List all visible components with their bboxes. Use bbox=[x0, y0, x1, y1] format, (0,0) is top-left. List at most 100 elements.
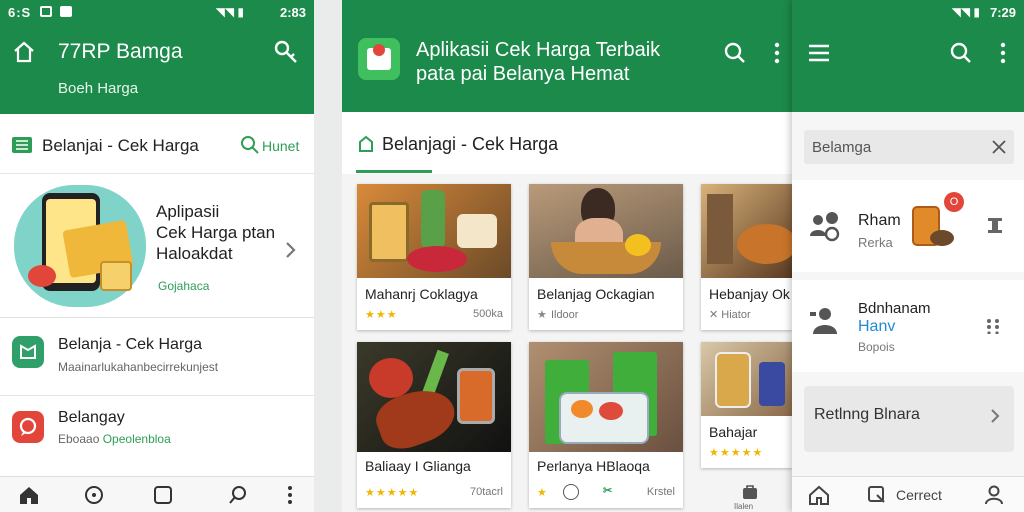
more-icon[interactable] bbox=[1000, 42, 1006, 64]
close-icon: ✕ bbox=[709, 309, 719, 321]
search-input[interactable]: Belamga bbox=[812, 139, 871, 156]
tag-icon bbox=[358, 135, 374, 152]
list-item[interactable]: Belanja - Cek Harga Maainarlukahanbecirr… bbox=[0, 318, 314, 396]
rating-button[interactable]: Retlnng Blnara bbox=[804, 386, 1014, 452]
section-action[interactable]: Hunet bbox=[262, 138, 299, 154]
rating-button-label: Retlnng Blnara bbox=[814, 406, 920, 423]
section-header: Belanjai - Cek Harga Hunet bbox=[0, 114, 314, 174]
square-icon[interactable] bbox=[153, 485, 173, 510]
card-sub: Hiator bbox=[721, 309, 751, 321]
list-item-subtitle-accent: Opeolenbloa bbox=[102, 432, 171, 446]
product-image bbox=[701, 184, 792, 278]
grid-dots-icon[interactable] bbox=[986, 318, 1000, 335]
card-title: Perlanya HBlaoqa bbox=[537, 458, 650, 474]
list-item[interactable]: Bdnhanam Hanv Bopois bbox=[792, 280, 1024, 372]
product-image bbox=[357, 342, 511, 452]
people-icon bbox=[808, 208, 842, 242]
header-line1: Aplikasii Cek Harga Terbaik bbox=[416, 39, 661, 61]
product-card[interactable]: Hebanjay Ok ✕ Hiator bbox=[701, 184, 792, 330]
screen-left: 6:S ◥◥ ▮ 2:83 77RP Bamga Boeh Harga Bela… bbox=[0, 0, 314, 512]
list-item-subtitle-text: Eboaao bbox=[58, 432, 100, 446]
status-clock: 7:29 bbox=[989, 5, 1016, 20]
section-title: Belanjai - Cek Harga bbox=[42, 136, 199, 155]
more-icon[interactable] bbox=[287, 485, 293, 510]
product-card[interactable]: Bahajar ★★★★★ bbox=[701, 342, 792, 468]
list-item-title: Belangay bbox=[58, 409, 125, 426]
screen-middle: Aplikasii Cek Harga Terbaik pata pai Bel… bbox=[342, 0, 792, 512]
product-image bbox=[529, 342, 683, 452]
app-header: ◥◥ ▮ 7:29 bbox=[792, 0, 1024, 112]
list-item-subtitle: Rerka bbox=[858, 235, 893, 250]
card-sub: Ildoor bbox=[550, 309, 579, 321]
list-item-subtitle: Maainarlukahanbecirrekunjest bbox=[58, 360, 219, 374]
search-field[interactable]: Belamga bbox=[804, 130, 1014, 164]
card-price: 500ka bbox=[473, 308, 503, 320]
person-icon bbox=[808, 304, 842, 338]
home-icon[interactable] bbox=[808, 485, 830, 510]
product-card[interactable]: Perlanya HBlaoqa ★ ✂ Krstel bbox=[529, 342, 683, 508]
card-meta: ★ Ildoor bbox=[537, 308, 675, 321]
fab-label: Ilalen bbox=[734, 502, 754, 511]
list-item[interactable]: Belangay Eboaao Opeolenbloa bbox=[0, 397, 314, 475]
chevron-right-icon[interactable] bbox=[284, 241, 298, 259]
tool-icon: ✂ bbox=[603, 485, 613, 497]
notification-badge: O bbox=[944, 192, 964, 212]
promo-link[interactable]: Gojahaca bbox=[158, 279, 209, 293]
list-item-title: Belanja - Cek Harga bbox=[58, 336, 203, 353]
promo-line3: Haloakdat bbox=[156, 244, 233, 263]
rating-stars: ★★★★★ bbox=[709, 447, 764, 459]
status-time: 6:S bbox=[8, 5, 32, 20]
key-search-icon[interactable] bbox=[272, 38, 300, 66]
card-title: Bahajar bbox=[709, 424, 758, 440]
clear-icon[interactable] bbox=[992, 140, 1006, 154]
profile-icon[interactable] bbox=[984, 485, 1004, 510]
promo-banner[interactable]: Aplipasii Cek Harga ptan Haloakdat Gojah… bbox=[0, 175, 314, 317]
clock-icon bbox=[563, 484, 579, 500]
card-title: Belanjag Ockagian bbox=[537, 286, 655, 302]
app-header: 6:S ◥◥ ▮ 2:83 77RP Bamga Boeh Harga bbox=[0, 0, 314, 114]
fab-button[interactable]: Ilalen bbox=[734, 480, 764, 511]
header-line2: pata pai Belanya Hemat bbox=[416, 63, 630, 85]
bottom-nav: Cerrect bbox=[792, 476, 1024, 512]
product-card[interactable]: Baliaay I Glianga ★★★★★ 70tacrl bbox=[357, 342, 511, 508]
list-item-title: Bdnhanam bbox=[858, 300, 931, 317]
wifi-icon: ◥◥ ▮ bbox=[215, 5, 244, 19]
status-bar: 6:S ◥◥ ▮ 2:83 bbox=[0, 0, 314, 26]
product-image bbox=[701, 342, 792, 416]
app-logo-icon bbox=[358, 38, 400, 80]
list-item[interactable]: Rham Rerka O bbox=[792, 180, 1024, 272]
app-subtitle: Boeh Harga bbox=[58, 80, 139, 97]
product-image bbox=[357, 184, 511, 278]
section-title: Belanjagi - Cek Harga bbox=[382, 134, 559, 154]
search-icon[interactable] bbox=[228, 485, 248, 510]
search-icon[interactable] bbox=[240, 135, 260, 155]
rating-stars: ★★★★★ bbox=[365, 487, 420, 499]
product-card[interactable]: Belanjag Ockagian ★ Ildoor bbox=[529, 184, 683, 330]
search-icon[interactable] bbox=[868, 486, 886, 509]
more-icon[interactable] bbox=[774, 42, 780, 64]
snack-image bbox=[100, 261, 132, 291]
card-title: Mahanrj Coklagya bbox=[365, 286, 478, 302]
card-label: Krstel bbox=[646, 486, 675, 498]
smile-icon[interactable] bbox=[84, 485, 104, 510]
product-food-image bbox=[930, 230, 954, 246]
home-icon[interactable] bbox=[18, 485, 40, 510]
card-meta: ★ ✂ Krstel bbox=[537, 484, 675, 500]
search-icon[interactable] bbox=[724, 42, 746, 64]
drag-handle-icon[interactable] bbox=[988, 218, 1002, 234]
card-title: Hebanjay Ok bbox=[709, 286, 790, 302]
card-meta: ✕ Hiator bbox=[709, 308, 784, 321]
section-header: Belanjagi - Cek Harga bbox=[342, 112, 792, 174]
product-card[interactable]: Mahanrj Coklagya ★★★ 500ka bbox=[357, 184, 511, 330]
menu-icon[interactable] bbox=[808, 44, 830, 62]
home-icon[interactable] bbox=[12, 40, 36, 64]
card-price: 70tacrl bbox=[469, 486, 503, 498]
search-icon[interactable] bbox=[950, 42, 972, 64]
message-icon bbox=[60, 6, 72, 17]
nav-label-center[interactable]: Cerrect bbox=[896, 487, 942, 503]
promo-line1: Aplipasii bbox=[156, 202, 220, 221]
promo-illustration bbox=[14, 185, 146, 307]
notification-icon bbox=[40, 6, 52, 17]
list-icon bbox=[12, 137, 32, 153]
app-header: Aplikasii Cek Harga Terbaik pata pai Bel… bbox=[342, 0, 792, 112]
